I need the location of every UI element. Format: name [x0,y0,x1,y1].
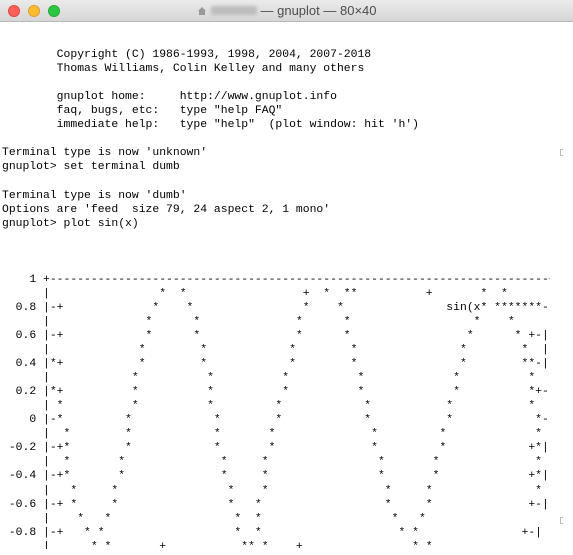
terminal-line: | * * * * * * | [2,372,550,385]
home-folder-icon [197,4,207,15]
terminal-line: | * * * * * * * | [2,456,550,469]
window-title: — gnuplot — 80×40 [0,3,573,18]
terminal-line: | * * * * * * * | [2,484,550,497]
window-titlebar: — gnuplot — 80×40 [0,0,573,22]
terminal-line: 0.6 |-+ * * * * * * +-| [2,329,549,342]
terminal-line: 0.2 |*+ * * * * * *+-| [2,386,550,399]
terminal-line: gnuplot> plot sin(x) [2,217,139,230]
terminal-line: | * * * * * * * | [2,400,550,413]
terminal-line: Terminal type is now 'unknown' [2,147,208,160]
terminal-line: 0.8 |-+ * * * * sin(x* *******-| [2,301,550,314]
terminal-line: 1 +-------------------------------------… [2,273,550,286]
terminal-line: Copyright (C) 1986-1993, 1998, 2004, 200… [2,49,372,62]
terminal-line: Options are 'feed size 79, 24 aspect 2, … [2,203,331,216]
redacted-username [210,6,257,15]
terminal-line: 0.4 |*+ * * * * * **-| [2,358,549,371]
terminal-line: immediate help: type "help" (plot window… [2,119,419,132]
terminal-line: | * * + ** * + * * | [2,540,550,549]
scroll-marker [560,149,563,156]
terminal-line: Thomas Williams, Colin Kelley and many o… [2,63,365,76]
terminal-line: -0.4 |-+* * * * * * +*| [2,470,549,483]
terminal-line: | * * * * * * * | [2,428,550,441]
terminal-line: -0.8 |-+ * * * * * * +-| [2,526,543,539]
terminal-line: gnuplot home: http://www.gnuplot.info [2,91,337,104]
terminal-line: -0.2 |-+* * * * * * +*| [2,442,549,455]
terminal-line: Terminal type is now 'dumb' [2,189,187,202]
terminal-line: | * * * * * * | [2,344,549,357]
terminal-line: faq, bugs, etc: type "help FAQ" [2,105,283,118]
terminal-line: | * * * * * * | [2,512,550,525]
terminal-output[interactable]: Copyright (C) 1986-1993, 1998, 2004, 200… [2,34,550,549]
terminal-line: -0.6 |-+ * * * * * * +-| [2,498,549,511]
scroll-marker [560,517,563,524]
window-title-text: — gnuplot — 80×40 [260,3,377,18]
terminal-line: gnuplot> set terminal dumb [2,161,180,174]
terminal-line: 0 |-* * * * * * *-| [2,414,550,427]
terminal-line: | * * + * ** + * * | [2,287,550,300]
terminal-line: | * * * * * * | [2,315,550,328]
